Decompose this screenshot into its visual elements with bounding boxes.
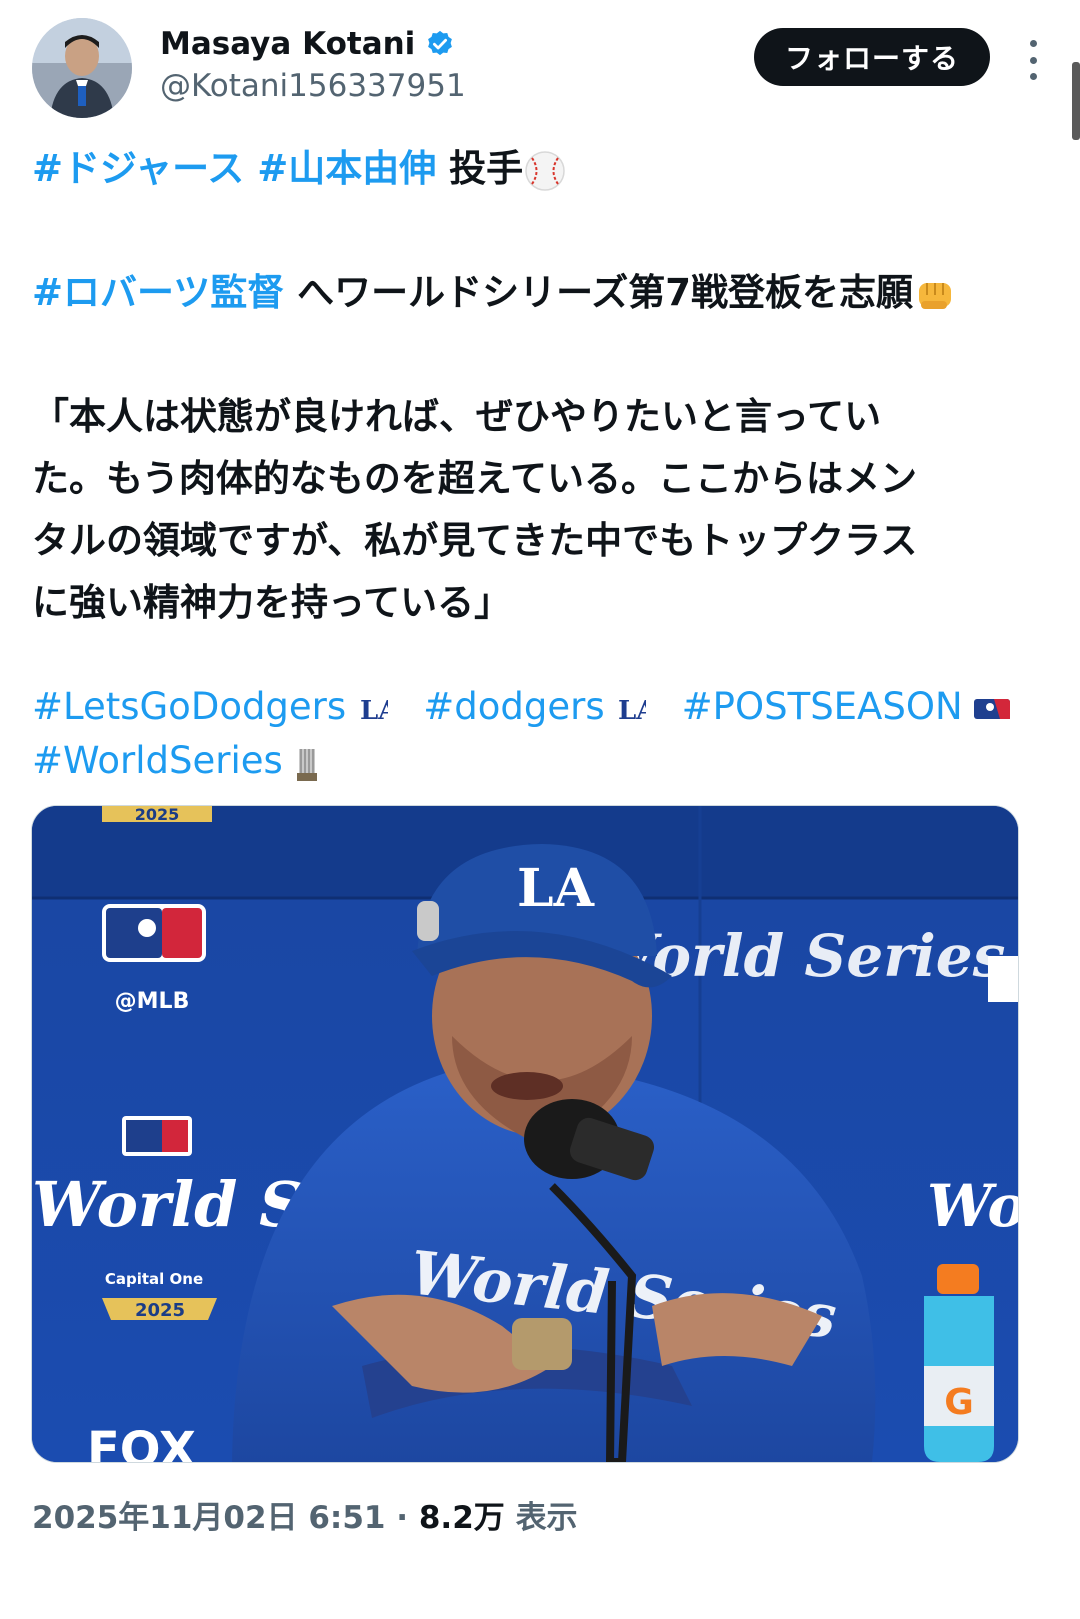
- more-options-icon[interactable]: [1018, 40, 1048, 80]
- board-year-top: 2025: [135, 806, 180, 824]
- hashtag-link[interactable]: #ドジャース: [32, 147, 244, 190]
- quote-line: た。もう肉体的なものを超えている。ここからはメン: [32, 457, 918, 500]
- tweet-meta: 2025年11月02日 6:51 · 8.2万 表示: [32, 1496, 578, 1540]
- view-count: 8.2万: [418, 1500, 505, 1536]
- tweet-line-1: #ドジャース #山本由伸 投手: [32, 138, 1032, 200]
- author-display-name[interactable]: Masaya Kotani: [160, 24, 415, 64]
- trophy-icon: [296, 748, 317, 781]
- svg-text:LA: LA: [618, 696, 646, 726]
- tweet-header: Masaya Kotani @Kotani156337951 フォローする: [32, 18, 1048, 118]
- quote-line: に強い精神力を持っている」: [32, 581, 512, 624]
- tweet-photo[interactable]: 2025 @MLB World Series Capital One 2025 …: [31, 805, 1019, 1463]
- tweet-text: #ドジャース #山本由伸 投手 #ロバーツ監督 へワールドシリーズ第7戦登板を志…: [32, 138, 1032, 788]
- follow-button[interactable]: フォローする: [754, 28, 990, 86]
- board-network: FOX: [87, 1422, 196, 1462]
- hashtag-link[interactable]: #LetsGoDodgers: [32, 685, 346, 728]
- bottle-letter: G: [944, 1382, 974, 1423]
- author-names: Masaya Kotani @Kotani156337951: [160, 24, 466, 106]
- dodgers-la-icon: LA: [618, 696, 646, 726]
- hashtag-link[interactable]: #山本由伸: [257, 147, 436, 190]
- baseball-icon: [525, 150, 565, 191]
- author-display-name-row[interactable]: Masaya Kotani: [160, 24, 466, 64]
- cap-logo: LA: [517, 858, 595, 919]
- avatar[interactable]: [32, 18, 132, 118]
- author-handle[interactable]: @Kotani156337951: [160, 66, 466, 106]
- board-year: 2025: [135, 1300, 185, 1321]
- mlb-logo-icon: [974, 698, 1011, 719]
- fist-icon: [919, 282, 952, 309]
- hashtag-link[interactable]: #POSTSEASON: [682, 685, 963, 728]
- hashtag-link[interactable]: #dodgers: [423, 685, 604, 728]
- verified-badge-icon: [428, 30, 453, 56]
- hashtag-link[interactable]: #ロバーツ監督: [32, 271, 284, 314]
- board-sponsor: Capital One: [105, 1270, 203, 1288]
- dodgers-la-icon: LA: [360, 696, 388, 726]
- tweet-text-span: 投手: [449, 147, 524, 190]
- hashtag-row: #LetsGoDodgers LA #dodgers LA #POSTSEASO…: [32, 680, 1032, 734]
- tweet-line-2: #ロバーツ監督 へワールドシリーズ第7戦登板を志願: [32, 262, 1032, 324]
- mlb-board-logo-icon: [102, 904, 206, 962]
- svg-text:LA: LA: [360, 696, 388, 726]
- view-count-label: 表示: [515, 1500, 578, 1536]
- quote-line: タルの領域ですが、私が見てきた中でもトップクラス: [32, 519, 918, 562]
- board-handle: @MLB: [115, 989, 190, 1014]
- tweet-text-span: へワールドシリーズ第7戦登板を志願: [297, 271, 914, 314]
- hashtag-row: #WorldSeries: [32, 734, 1032, 788]
- meta-separator: ·: [396, 1500, 409, 1536]
- timestamp-link[interactable]: 2025年11月02日 6:51: [32, 1500, 385, 1536]
- hashtag-link[interactable]: #WorldSeries: [32, 739, 283, 782]
- scrollbar[interactable]: [1072, 62, 1080, 140]
- board-brand-far-right: World Series: [927, 1172, 1018, 1240]
- quote-line: 「本人は状態が良ければ、ぜひやりたいと言ってい: [32, 395, 882, 438]
